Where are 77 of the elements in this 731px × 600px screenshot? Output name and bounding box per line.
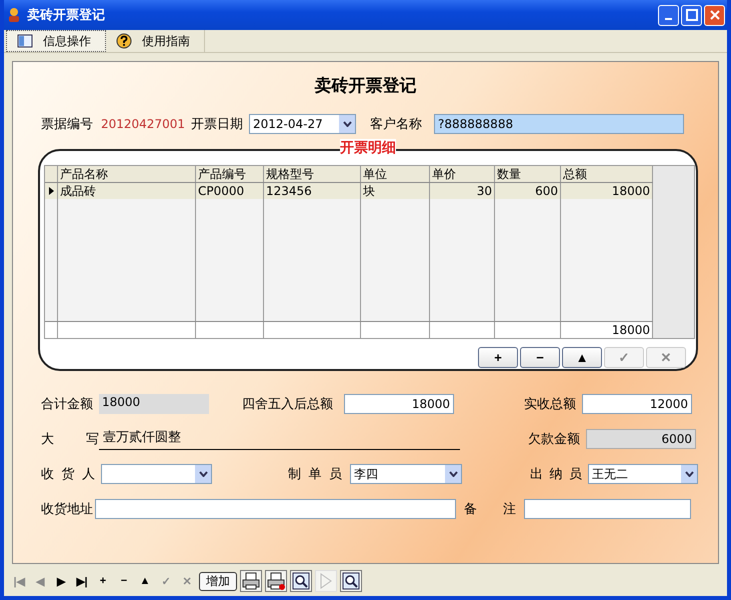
field-label: 客户名称	[370, 116, 422, 133]
magnifier-icon	[292, 572, 310, 590]
table-cell: 30	[430, 183, 495, 199]
invoice-number: 20120427001	[101, 117, 186, 131]
note-field[interactable]	[524, 499, 691, 519]
navigator-button[interactable]: ▶	[52, 571, 70, 591]
app-icon	[6, 7, 22, 23]
field-label: 收货地址	[41, 501, 94, 518]
preview-button[interactable]	[290, 570, 312, 592]
window-title: 卖砖开票登记	[27, 7, 105, 24]
close-button[interactable]	[704, 4, 725, 26]
navigator-button[interactable]: −	[115, 571, 133, 591]
table-cell: 123456	[264, 183, 361, 199]
field-label: 出 纳 员	[530, 466, 582, 483]
add-button[interactable]: 增加	[199, 572, 237, 590]
rounded-total-field[interactable]: 18000	[344, 394, 454, 414]
customer-name-field[interactable]: ?888888888	[434, 114, 684, 134]
grid-button[interactable]: −	[520, 347, 560, 368]
field-label: 备 注	[464, 501, 516, 518]
field-label: 合计金额	[41, 396, 94, 413]
grid-button[interactable]: +	[478, 347, 518, 368]
column-header[interactable]: 规格型号	[264, 166, 361, 182]
dropdown-icon	[194, 465, 211, 483]
printer-icon	[267, 572, 285, 590]
close-icon	[708, 9, 720, 21]
printer-icon	[242, 572, 260, 590]
column-header[interactable]: 单价	[430, 166, 495, 182]
maximize-button[interactable]	[681, 4, 702, 26]
magnifier-icon	[342, 572, 360, 590]
field-label: 收 货 人	[41, 466, 95, 483]
table-cell: 成品砖	[58, 183, 196, 199]
navigator-button[interactable]: ▲	[136, 571, 154, 591]
tab[interactable]: 信息操作	[6, 30, 106, 52]
table-cell: CP0000	[196, 183, 264, 199]
panel-icon	[17, 34, 33, 48]
print-button[interactable]	[265, 570, 287, 592]
amount-in-words: 壹万贰仟圆整	[99, 428, 460, 450]
sum-field: 18000	[99, 394, 209, 414]
cashier-dropdown[interactable]: 王无二	[588, 464, 698, 484]
field-label: 四舍五入后总额	[242, 396, 334, 413]
date-picker[interactable]: 2012-04-27	[249, 114, 356, 134]
dropdown-icon	[338, 115, 355, 133]
table-cell: 600	[495, 183, 561, 199]
column-header[interactable]: 产品名称	[58, 166, 196, 182]
table-row[interactable]: 成品砖 CP0000 123456 块 30 600 18000	[45, 183, 653, 199]
print-button[interactable]	[240, 570, 262, 592]
field-label: 大 写	[41, 431, 99, 448]
play-icon	[320, 573, 332, 589]
maximize-icon	[686, 9, 698, 21]
field-label: 开票日期	[191, 116, 243, 133]
navigator-button[interactable]: +	[94, 571, 112, 591]
field-label: 制 单 员	[288, 466, 342, 483]
address-field[interactable]	[95, 499, 456, 519]
form-title: 卖砖开票登记	[314, 75, 418, 97]
field-label: 票据编号	[41, 116, 93, 133]
amount-owed-field: 6000	[586, 429, 696, 449]
receiver-dropdown[interactable]	[101, 464, 212, 484]
column-header[interactable]: 数量	[495, 166, 561, 182]
received-field[interactable]: 12000	[582, 394, 692, 414]
field-label: 欠款金额	[528, 431, 581, 448]
column-header[interactable]: 产品编号	[196, 166, 264, 182]
grid-button[interactable]: ▲	[562, 347, 602, 368]
help-icon	[116, 33, 132, 49]
dropdown-icon	[444, 465, 461, 483]
minimize-button[interactable]	[658, 4, 679, 26]
minimize-icon	[665, 18, 672, 20]
column-header[interactable]: 单位	[361, 166, 430, 182]
field-label: 实收总额	[524, 396, 577, 413]
tab[interactable]: 使用指南	[106, 30, 205, 52]
navigator-button[interactable]: ▶|	[73, 571, 91, 591]
maker-dropdown[interactable]: 李四	[350, 464, 462, 484]
table-cell: 块	[361, 183, 430, 199]
row-pointer-icon	[48, 187, 54, 195]
dropdown-icon	[680, 465, 697, 483]
group-title: 开票明细	[340, 139, 396, 157]
total-cell: 18000	[612, 323, 650, 337]
search-button[interactable]	[340, 570, 362, 592]
